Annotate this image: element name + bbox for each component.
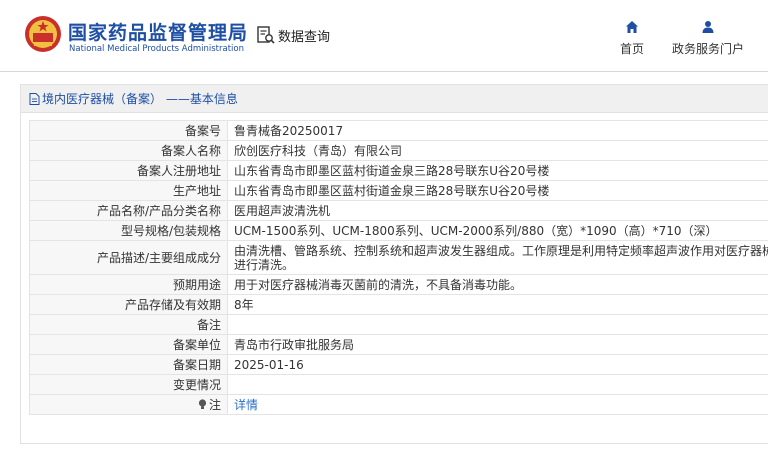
table-row: 备案人注册地址 山东省青岛市即墨区蓝村街道金泉三路28号联东U谷20号楼 (29, 160, 768, 181)
site-header: 国家药品监督管理局 National Medical Products Admi… (0, 0, 768, 72)
table-row: 产品描述/主要组成成分 由清洗槽、管路系统、控制系统和超声波发生器组成。工作原理… (29, 240, 768, 275)
row-label: 备案人注册地址 (29, 160, 228, 181)
row-value: 详情 (227, 394, 768, 415)
nav-gov-portal-label: 政务服务门户 (671, 42, 744, 56)
row-value (227, 374, 768, 395)
row-label: 预期用途 (29, 274, 228, 295)
table-row: 预期用途 用于对医疗器械消毒灭菌前的清洗，不具备消毒功能。 (29, 274, 768, 295)
table-row: 变更情况 (29, 374, 768, 395)
search-document-icon (257, 26, 275, 44)
table-row: 生产地址 山东省青岛市即墨区蓝村街道金泉三路28号联东U谷20号楼 (29, 180, 768, 201)
row-label: 产品描述/主要组成成分 (29, 240, 228, 275)
row-label: 变更情况 (29, 374, 228, 395)
row-label: 注 (208, 397, 221, 412)
site-title-english: National Medical Products Administration (69, 44, 244, 54)
detail-panel: 境内医疗器械（备案） ——基本信息 备案号 鲁青械备20250017 备案人名称… (20, 84, 768, 444)
table-row: 产品存储及有效期 8年 (29, 294, 768, 315)
note-label-cell: 注 (29, 394, 228, 415)
table-row: 备案单位 青岛市行政审批服务局 (29, 334, 768, 355)
row-label: 备注 (29, 314, 228, 335)
nav-home[interactable]: 首页 (617, 20, 647, 60)
site-title: 国家药品监督管理局 (68, 22, 249, 44)
row-value: 由清洗槽、管路系统、控制系统和超声波发生器组成。工作原理是利用特定频率超声波作用… (227, 240, 768, 275)
details-link[interactable]: 详情 (234, 398, 258, 412)
row-label: 备案单位 (29, 334, 228, 355)
row-label: 备案号 (29, 120, 228, 141)
row-label: 产品存储及有效期 (29, 294, 228, 315)
row-value: 医用超声波清洗机 (227, 200, 768, 221)
table-row: 备注 (29, 314, 768, 335)
detail-table: 备案号 鲁青械备20250017 备案人名称 欣创医疗科技（青岛）有限公司 备案… (29, 120, 768, 415)
table-row: 备案人名称 欣创医疗科技（青岛）有限公司 (29, 140, 768, 161)
row-label: 型号规格/包装规格 (29, 220, 228, 241)
row-value: 8年 (227, 294, 768, 315)
nav-home-label: 首页 (619, 42, 644, 56)
table-row: 型号规格/包装规格 UCM-1500系列、UCM-1800系列、UCM-2000… (29, 220, 768, 241)
panel-title-text: 境内医疗器械（备案） ——基本信息 (42, 92, 238, 106)
row-value: 鲁青械备20250017 (227, 120, 768, 141)
row-value: 青岛市行政审批服务局 (227, 334, 768, 355)
row-value: 欣创医疗科技（青岛）有限公司 (227, 140, 768, 161)
table-row: 产品名称/产品分类名称 医用超声波清洗机 (29, 200, 768, 221)
row-value: 山东省青岛市即墨区蓝村街道金泉三路28号联东U谷20号楼 (227, 160, 768, 181)
data-query-label: 数据查询 (278, 29, 331, 45)
document-icon (29, 92, 40, 105)
panel-title: 境内医疗器械（备案） ——基本信息 (21, 85, 768, 113)
table-row: 备案日期 2025-01-16 (29, 354, 768, 375)
user-icon (702, 21, 714, 33)
nav-gov-portal[interactable]: 政务服务门户 (666, 20, 750, 60)
home-icon (626, 21, 638, 33)
data-query-link[interactable]: 数据查询 (256, 24, 330, 46)
lightbulb-icon (198, 398, 207, 409)
row-value: 山东省青岛市即墨区蓝村街道金泉三路28号联东U谷20号楼 (227, 180, 768, 201)
national-emblem-icon (25, 16, 61, 52)
row-value: UCM-1500系列、UCM-1800系列、UCM-2000系列/880（宽）*… (227, 220, 768, 241)
table-row: 备案号 鲁青械备20250017 (29, 120, 768, 141)
table-row: 注 详情 (29, 394, 768, 415)
row-value: 2025-01-16 (227, 354, 768, 375)
row-label: 备案日期 (29, 354, 228, 375)
row-label: 生产地址 (29, 180, 228, 201)
row-value: 用于对医疗器械消毒灭菌前的清洗，不具备消毒功能。 (227, 274, 768, 295)
row-label: 备案人名称 (29, 140, 228, 161)
row-value (227, 314, 768, 335)
row-label: 产品名称/产品分类名称 (29, 200, 228, 221)
